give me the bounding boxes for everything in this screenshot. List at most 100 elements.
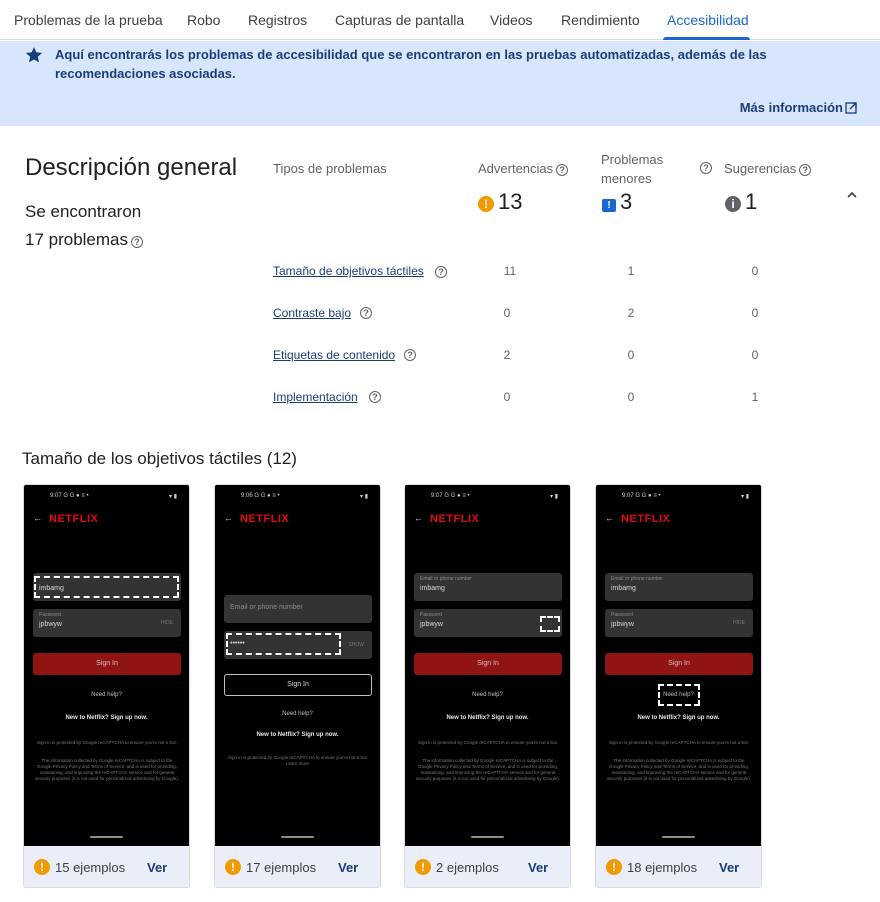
row-low-contrast[interactable]: Contraste bajo: [273, 306, 351, 320]
card-footer: ! 18 ejemplos Ver: [596, 846, 761, 887]
card-footer: ! 17 ejemplos Ver: [215, 846, 380, 887]
issues-found-line2-wrap: 17 problemas?: [25, 226, 144, 254]
status-right-icons: ▾ ▮: [741, 494, 749, 500]
cell-suggestions: 0: [751, 306, 759, 320]
row-label: Tamaño de objetivos táctiles: [273, 264, 424, 278]
help-icon[interactable]: ?: [404, 349, 416, 361]
nav-handle: [471, 836, 504, 838]
screenshot-thumbnail[interactable]: 9:07 G G ● ≡ • ▾ ▮ ← NETFLIX Email or ph…: [405, 485, 570, 846]
help-icon[interactable]: ?: [131, 236, 144, 248]
minor-total: ! 3: [602, 189, 632, 215]
status-time: 9:07: [431, 493, 443, 499]
email-value: imbamg: [611, 585, 636, 592]
status-time: 9:07: [622, 493, 634, 499]
status-right-icons: ▾ ▮: [360, 494, 368, 500]
netflix-logo: NETFLIX: [49, 513, 99, 525]
status-right-icons: ▾ ▮: [550, 494, 558, 500]
row-label: Contraste bajo: [273, 306, 352, 320]
password-value: jpbwyw: [611, 621, 634, 628]
example-card[interactable]: 9:06 G G ● ≡ • ▾ ▮ ← NETFLIX Email or ph…: [214, 484, 381, 888]
help-icon[interactable]: ?: [700, 162, 712, 174]
issues-found-line1: Se encontraron: [25, 202, 142, 221]
cell-warnings: 2: [503, 348, 511, 362]
view-button[interactable]: Ver: [719, 860, 739, 875]
recaptcha-text: Sign in is protected by Google reCAPTCHA…: [609, 740, 749, 745]
cell-warnings: 0: [503, 306, 511, 320]
cell-minor: 0: [627, 390, 635, 404]
section-title: Tamaño de los objetivos táctiles (12): [22, 449, 297, 468]
highlight-box: [34, 576, 179, 598]
tab-robo[interactable]: Robo: [187, 12, 220, 28]
view-button[interactable]: Ver: [338, 860, 358, 875]
col-header-warnings: Advertencias?: [478, 159, 569, 178]
view-button[interactable]: Ver: [147, 860, 167, 875]
chevron-up-icon[interactable]: [845, 188, 859, 202]
row-content-labels[interactable]: Etiquetas de contenido: [273, 348, 395, 362]
screenshot-thumbnail[interactable]: 9:07 G G ● ≡ • ▾ ▮ ← NETFLIX imbamg Pass…: [24, 485, 189, 846]
help-icon[interactable]: ?: [435, 266, 447, 278]
status-right-icons: ▾ ▮: [169, 494, 177, 500]
cell-minor: 1: [627, 264, 635, 278]
screenshot-thumbnail[interactable]: 9:07 G G ● ≡ • ▾ ▮ ← NETFLIX Email or ph…: [596, 485, 761, 846]
sign-up-link: New to Netflix? Sign up now.: [65, 715, 148, 721]
example-card[interactable]: 9:07 G G ● ≡ • ▾ ▮ ← NETFLIX Email or ph…: [404, 484, 571, 888]
star-icon: [25, 47, 43, 63]
col-header-minor-line1: Problemas: [601, 152, 664, 167]
tab-screenshots[interactable]: Capturas de pantalla: [335, 12, 464, 28]
status-bar: 9:07 G G ● ≡ •: [622, 493, 661, 499]
col-header-suggestions: Sugerencias?: [724, 159, 812, 178]
back-arrow-icon: ←: [33, 513, 42, 523]
row-touch-target-size[interactable]: Tamaño de objetivos táctiles: [273, 264, 424, 278]
cell-suggestions: 0: [751, 264, 759, 278]
example-card[interactable]: 9:07 G G ● ≡ • ▾ ▮ ← NETFLIX imbamg Pass…: [23, 484, 190, 888]
status-icons: G G ● ≡ •: [444, 493, 470, 499]
tab-logs[interactable]: Registros: [248, 12, 307, 28]
cell-warnings: 11: [503, 264, 517, 278]
examples-count: 18 ejemplos: [627, 860, 698, 875]
sign-in-button: Sign In: [414, 653, 562, 675]
password-value: jpbwyw: [39, 621, 62, 628]
recaptcha-text: Sign in is protected by Google reCAPTCHA…: [418, 740, 558, 745]
col-header-minor: Problemas menores: [601, 150, 663, 188]
row-label: Implementación: [273, 390, 358, 404]
netflix-logo: NETFLIX: [240, 513, 290, 525]
password-field: Password jpbwyw HIDE: [605, 609, 753, 637]
warning-icon: !: [606, 859, 622, 875]
nav-handle: [281, 836, 314, 838]
row-implementation[interactable]: Implementación: [273, 390, 358, 404]
minor-issue-icon: !: [602, 199, 616, 212]
col-header-warnings-label: Advertencias: [478, 161, 554, 176]
recaptcha-info: The information collected by Google reCA…: [415, 758, 561, 781]
help-icon[interactable]: ?: [799, 164, 812, 176]
example-card[interactable]: 9:07 G G ● ≡ • ▾ ▮ ← NETFLIX Email or ph…: [595, 484, 762, 888]
tab-performance[interactable]: Rendimiento: [561, 12, 640, 28]
row-label: Etiquetas de contenido: [273, 348, 396, 362]
more-info-link[interactable]: Más información: [740, 100, 857, 115]
suggestions-total: i1: [725, 189, 757, 215]
help-icon[interactable]: ?: [369, 391, 381, 403]
cell-suggestions: 1: [751, 390, 759, 404]
sign-up-link: New to Netflix? Sign up now.: [637, 715, 720, 721]
email-placeholder: Email or phone number: [420, 576, 472, 582]
help-icon[interactable]: ?: [360, 307, 372, 319]
email-field: Email or phone number: [224, 595, 372, 623]
info-icon: i: [725, 196, 741, 212]
highlight-box: [658, 684, 700, 706]
nav-handle: [662, 836, 695, 838]
tab-videos[interactable]: Videos: [490, 12, 533, 28]
status-icons: G G ● ≡ •: [635, 493, 661, 499]
help-icon[interactable]: ?: [556, 164, 569, 176]
warning-icon: !: [225, 859, 241, 875]
suggestions-total-value: 1: [745, 189, 758, 214]
screenshot-thumbnail[interactable]: 9:06 G G ● ≡ • ▾ ▮ ← NETFLIX Email or ph…: [215, 485, 380, 846]
card-footer: ! 2 ejemplos Ver: [405, 846, 570, 887]
issues-found-line2: 17 problemas: [25, 230, 129, 249]
need-help-link: Need help?: [472, 692, 503, 698]
warning-icon: !: [478, 196, 494, 212]
tab-accessibility[interactable]: Accesibilidad: [667, 12, 749, 28]
view-button[interactable]: Ver: [528, 860, 548, 875]
status-icons: G G ● ≡ •: [63, 493, 89, 499]
tab-test-issues[interactable]: Problemas de la prueba: [14, 12, 163, 28]
email-field: Email or phone number imbamg: [414, 573, 562, 601]
need-help-link: Need help?: [91, 692, 122, 698]
